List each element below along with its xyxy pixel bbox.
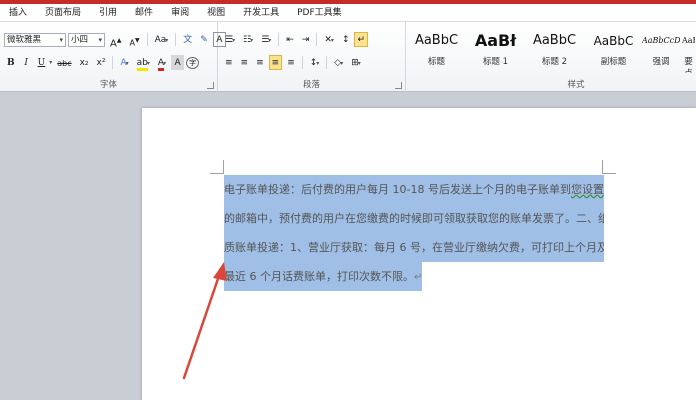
font-size-value: 小四 (71, 34, 89, 45)
font-group: 微软雅黑 ▾ 小四 ▾ A▲ A▼ Aa▾ 文 ✎ A B I U ▾ abc … (0, 22, 226, 92)
separator (278, 33, 280, 46)
style-sample: AaBbCcDi (642, 36, 680, 45)
styles-group: AaBbC 标题 AaBł 标题 1 AaBbC 标题 2 AaBbC 副标题 … (406, 22, 696, 92)
style-name: 要点 (684, 57, 693, 74)
ribbon: 微软雅黑 ▾ 小四 ▾ A▲ A▼ Aa▾ 文 ✎ A B I U ▾ abc … (0, 22, 696, 92)
decrease-indent-button[interactable]: ⇤ (283, 32, 297, 47)
subscript-button[interactable]: x₂ (77, 55, 92, 70)
align-right-button[interactable]: ≡ (253, 55, 267, 70)
show-marks-button[interactable]: ↵ (354, 32, 369, 47)
text-line: 的邮箱中，预付费的用户在您缴费的时候即可领取获取您的账单发票了。二、纸 (224, 204, 604, 233)
tab-pdf-tools[interactable]: PDF工具集 (288, 4, 351, 22)
numbering-button[interactable]: ☷▾ (240, 32, 256, 47)
style-sample: AaBbCcDi (682, 36, 695, 45)
style-sample: AaBbC (414, 33, 459, 48)
increase-indent-button[interactable]: ⇥ (299, 32, 313, 47)
superscript-button[interactable]: x² (94, 55, 109, 70)
multilevel-list-button[interactable]: ☰▾ (258, 32, 274, 47)
separator (112, 56, 114, 69)
tab-references[interactable]: 引用 (90, 4, 126, 22)
paragraph-mark: ↵ (414, 272, 423, 283)
style-sample: AaBbC (593, 34, 634, 48)
chevron-down-icon: ▾ (59, 35, 63, 44)
selected-text: 的邮箱中，预付费的用户在您缴费的时候即可领取获取您的账单发票了。二、纸 (224, 204, 604, 233)
selected-text: 电子账单投递：后付费的用户每月 10-18 号后发送上个月的电子账单到您设置 (224, 175, 604, 204)
paragraph-group: ☰▾ ☷▾ ☰▾ ⇤ ⇥ ✕▾ ↕ ↵ ≡ ≡ ≡ ≡ ≡ ↕▾ ◇▾ ⊞▾ 段… (218, 22, 406, 92)
shrink-font-button[interactable]: A▼ (126, 32, 142, 48)
tab-insert[interactable]: 插入 (0, 4, 36, 22)
document-workspace[interactable]: 电子账单投递：后付费的用户每月 10-18 号后发送上个月的电子账单到您设置 的… (0, 93, 696, 400)
chevron-down-icon: ▾ (98, 35, 102, 44)
ribbon-tabs: 插入 页面布局 引用 邮件 审阅 视图 开发工具 PDF工具集 (0, 4, 696, 22)
styles-group-label: 样式 (567, 80, 585, 90)
distributed-button[interactable]: ≡ (284, 55, 298, 70)
change-case-button[interactable]: Aa▾ (152, 32, 172, 47)
style-name: 标题 2 (541, 57, 568, 67)
center-button[interactable]: ≡ (238, 55, 252, 70)
style-name: 标题 1 (482, 57, 509, 67)
style-emphasis[interactable]: AaBbCcDi 强调 (641, 26, 681, 74)
style-sample: AaBbC (532, 33, 577, 48)
font-name-value: 微软雅黑 (7, 34, 42, 45)
font-color-button[interactable]: A▾ (155, 55, 169, 71)
highlight-color-button[interactable]: ab▾ (134, 55, 153, 71)
dialog-launcher-icon[interactable] (207, 82, 214, 89)
chinese-layout-button[interactable]: ✕▾ (321, 32, 337, 47)
style-name: 强调 (652, 57, 670, 67)
font-size-combo[interactable]: 小四 ▾ (68, 32, 105, 47)
clear-format-button[interactable]: ✎ (197, 32, 211, 47)
style-heading-1[interactable]: AaBł 标题 1 (467, 26, 524, 74)
document-page[interactable]: 电子账单投递：后付费的用户每月 10-18 号后发送上个月的电子账单到您设置 的… (142, 108, 696, 400)
selected-text: 质账单投递：1、营业厅获取：每月 6 号，在营业厅缴纳欠费，可打印上个月及 (224, 233, 604, 262)
enclosed-char-button[interactable]: 字 (186, 56, 200, 69)
style-key-point[interactable]: AaBbCcDi 要点 (681, 26, 696, 74)
separator (146, 33, 148, 46)
paragraph-group-label: 段落 (302, 80, 320, 90)
style-title[interactable]: AaBbC 标题 (408, 26, 465, 74)
style-sample: AaBł (474, 31, 517, 50)
style-heading-2[interactable]: AaBbC 标题 2 (526, 26, 583, 74)
tab-view[interactable]: 视图 (198, 4, 234, 22)
sort-button[interactable]: ↕ (339, 32, 353, 47)
char-shading-button[interactable]: A (171, 55, 185, 70)
tab-developer[interactable]: 开发工具 (234, 4, 288, 22)
separator (175, 33, 177, 46)
italic-button[interactable]: I (20, 55, 33, 70)
underline-button[interactable]: U (35, 55, 49, 70)
text-line: 电子账单投递：后付费的用户每月 10-18 号后发送上个月的电子账单到您设置 (224, 175, 604, 204)
align-left-button[interactable]: ≡ (222, 55, 236, 70)
text-line: 最近 6 个月话费账单，打印次数不限。↵ (224, 262, 604, 291)
justify-button[interactable]: ≡ (268, 55, 283, 70)
tab-review[interactable]: 审阅 (162, 4, 198, 22)
font-group-label: 字体 (99, 80, 117, 90)
grammar-flag: 您设置 (570, 183, 604, 196)
bullets-button[interactable]: ☰▾ (222, 32, 238, 47)
bold-button[interactable]: B (4, 55, 18, 70)
tab-page-layout[interactable]: 页面布局 (36, 4, 90, 22)
line-spacing-button[interactable]: ↕▾ (307, 55, 323, 70)
separator (301, 56, 303, 69)
phonetic-guide-button[interactable]: 文 (180, 32, 195, 47)
style-name: 标题 (427, 57, 445, 67)
style-name: 副标题 (600, 57, 627, 67)
borders-button[interactable]: ⊞▾ (348, 55, 364, 70)
separator (316, 33, 318, 46)
text-line: 质账单投递：1、营业厅获取：每月 6 号，在营业厅缴纳欠费，可打印上个月及 (224, 233, 604, 262)
document-paragraph[interactable]: 电子账单投递：后付费的用户每月 10-18 号后发送上个月的电子账单到您设置 的… (224, 175, 604, 291)
crop-mark (602, 160, 616, 174)
font-name-combo[interactable]: 微软雅黑 ▾ (4, 32, 66, 47)
selected-text: 最近 6 个月话费账单，打印次数不限。↵ (224, 262, 423, 291)
crop-mark (210, 160, 224, 174)
shading-button[interactable]: ◇▾ (331, 55, 346, 70)
style-subtitle[interactable]: AaBbC 副标题 (585, 26, 642, 74)
text-effects-button[interactable]: A▾ (117, 55, 131, 70)
separator (326, 56, 328, 69)
strikethrough-button[interactable]: abc (54, 55, 74, 70)
grow-font-button[interactable]: A▲ (107, 32, 124, 49)
chevron-down-icon[interactable]: ▾ (49, 59, 52, 66)
dialog-launcher-icon[interactable] (395, 82, 402, 89)
tab-mailings[interactable]: 邮件 (126, 4, 162, 22)
